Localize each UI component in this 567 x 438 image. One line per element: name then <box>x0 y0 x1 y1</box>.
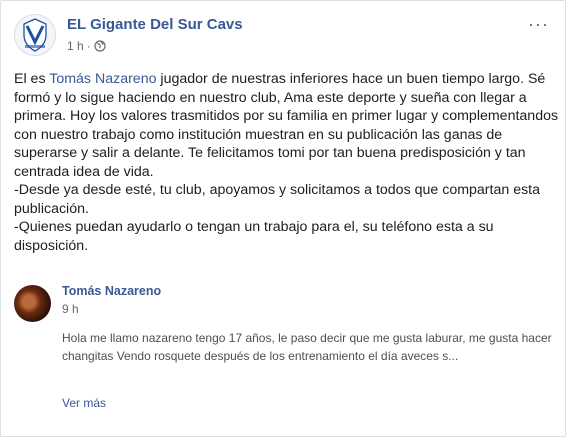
post-timestamp[interactable]: 1 h <box>67 39 84 53</box>
page-avatar[interactable] <box>14 14 56 56</box>
meta-separator: · <box>86 39 91 53</box>
page-name-link[interactable]: EL Gigante Del Sur Cavs <box>67 16 243 33</box>
club-logo <box>23 18 47 52</box>
comment-avatar[interactable] <box>14 285 51 322</box>
post-paragraph-1: El es Tomás Nazareno jugador de nuestras… <box>14 70 562 181</box>
see-more-link[interactable]: Ver más <box>62 396 106 410</box>
comment-text: Hola me llamo nazareno tengo 17 años, le… <box>62 331 552 363</box>
post-meta: 1 h · <box>67 39 106 53</box>
mention-link[interactable]: Tomás Nazareno <box>49 71 156 87</box>
post-body: El es Tomás Nazareno jugador de nuestras… <box>14 70 562 255</box>
more-options-icon[interactable]: ··· <box>528 15 549 33</box>
post-paragraph-2: -Desde ya desde esté, tu club, apoyamos … <box>14 182 541 217</box>
post-paragraph-3: -Quienes puedan ayudarlo o tengan un tra… <box>14 219 494 254</box>
globe-icon[interactable] <box>94 40 106 52</box>
post-card: EL Gigante Del Sur Cavs 1 h · ··· El es … <box>0 0 566 437</box>
comment-author-link[interactable]: Tomás Nazareno <box>62 284 161 298</box>
comment-timestamp[interactable]: 9 h <box>62 302 79 316</box>
post-text-rest: jugador de nuestras inferiores hace un b… <box>14 71 559 180</box>
post-text-intro: El es <box>14 71 50 87</box>
